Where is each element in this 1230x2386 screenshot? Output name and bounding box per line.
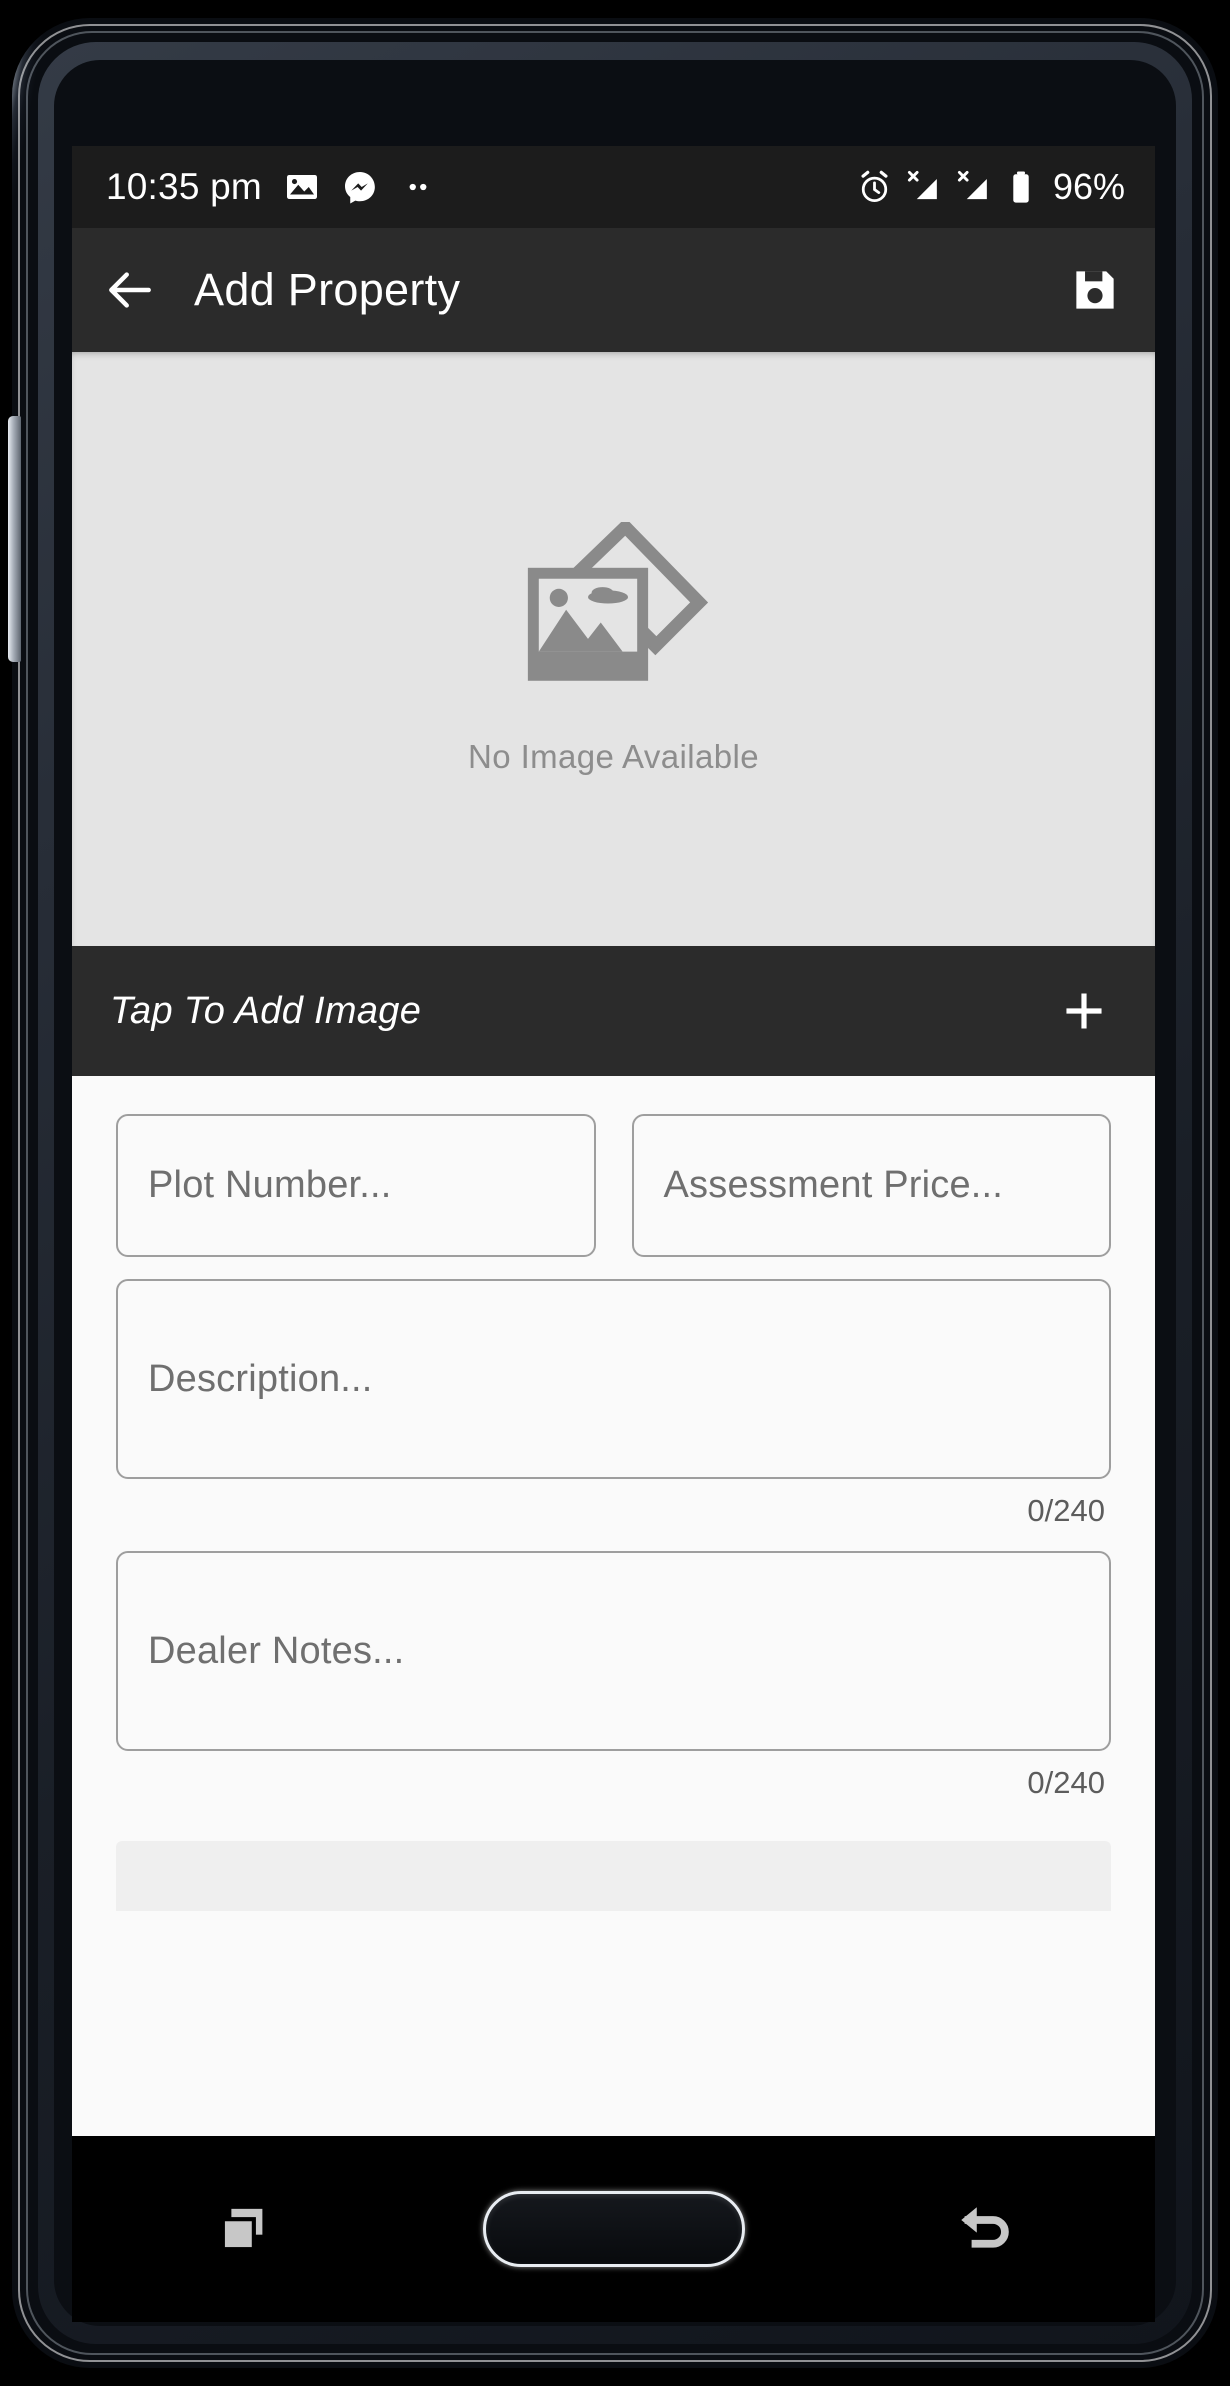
phone-screen: 10:35 pm 96% Add Property No Image Avail… — [72, 146, 1155, 2136]
plot-number-placeholder: Plot Number... — [148, 1164, 392, 1206]
status-bar: 10:35 pm 96% — [72, 146, 1155, 228]
photo-icon — [284, 169, 320, 205]
app-bar: Add Property — [72, 228, 1155, 352]
alarm-icon — [856, 169, 893, 206]
dealer-notes-placeholder: Dealer Notes... — [148, 1629, 405, 1672]
hardware-nav-bar — [72, 2136, 1155, 2322]
plot-number-field[interactable]: Plot Number... — [116, 1114, 596, 1257]
description-placeholder: Description... — [148, 1357, 373, 1400]
status-bar-left: 10:35 pm — [106, 166, 856, 208]
home-button[interactable] — [482, 2191, 745, 2267]
next-field-partial[interactable] — [116, 1841, 1111, 1911]
dealer-notes-counter: 0/240 — [1027, 1765, 1105, 1800]
assessment-price-field[interactable]: Assessment Price... — [631, 1114, 1111, 1257]
no-signal-sim1-icon — [906, 169, 943, 206]
property-form: Plot Number... Assessment Price... Descr… — [72, 1076, 1155, 2136]
back-key[interactable] — [953, 2198, 1015, 2260]
description-counter: 0/240 — [1027, 1493, 1105, 1528]
more-dots-icon — [400, 169, 436, 205]
image-preview-area[interactable]: No Image Available — [72, 352, 1155, 946]
tap-to-add-image-bar[interactable]: Tap To Add Image — [72, 946, 1155, 1076]
volume-rocker-button[interactable] — [8, 416, 21, 662]
page-title: Add Property — [194, 264, 461, 315]
photo-stack-icon — [506, 522, 721, 712]
dealer-notes-field[interactable]: Dealer Notes... — [116, 1551, 1111, 1751]
no-signal-sim2-icon — [956, 169, 993, 206]
no-image-label: No Image Available — [468, 738, 759, 775]
phone-device: 10:35 pm 96% Add Property No Image Avail… — [8, 18, 1218, 2368]
tap-to-add-image-label: Tap To Add Image — [110, 989, 422, 1032]
form-row-top: Plot Number... Assessment Price... — [116, 1114, 1111, 1257]
plus-icon[interactable] — [1057, 984, 1111, 1038]
description-field[interactable]: Description... — [116, 1279, 1111, 1479]
battery-percent-label: 96% — [1052, 166, 1125, 207]
assessment-price-placeholder: Assessment Price... — [663, 1164, 1004, 1206]
arrow-left-icon[interactable] — [102, 262, 158, 318]
battery-icon — [1006, 169, 1036, 206]
messenger-icon — [342, 169, 378, 205]
recents-key[interactable] — [212, 2198, 274, 2260]
status-bar-right: 96% — [856, 166, 1125, 208]
status-bar-clock: 10:35 pm — [106, 166, 262, 207]
save-floppy-icon[interactable] — [1069, 264, 1121, 316]
